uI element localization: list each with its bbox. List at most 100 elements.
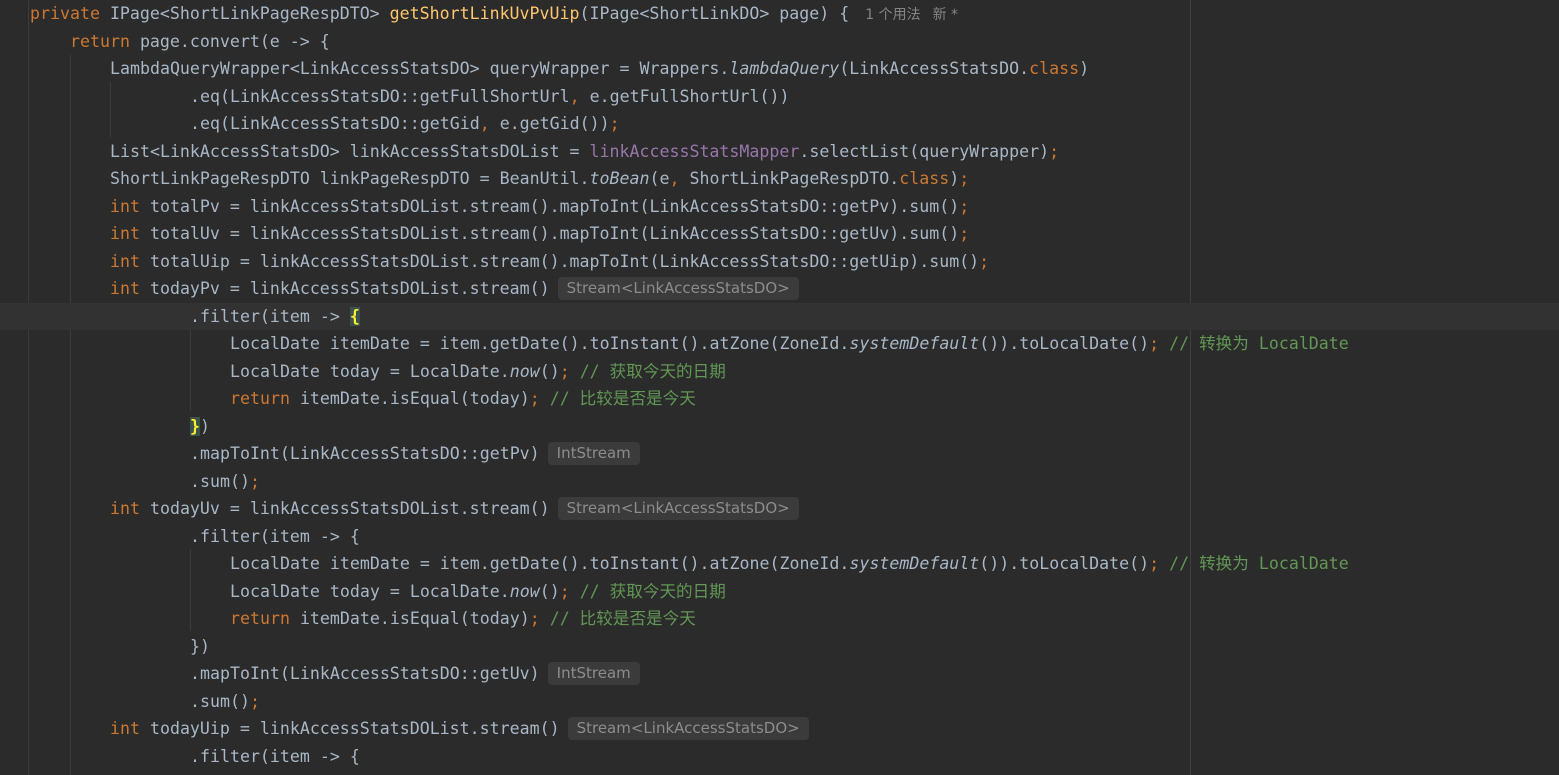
code-token: .filter(item -> { [190,526,360,546]
code-token: totalUip = linkAccessStatsDOList.stream(… [149,251,980,271]
code-text: .filter(item -> { [190,303,360,330]
code-token: .selectList(queryWrapper) [799,141,1050,161]
code-token: (IPage<ShortLinkDO> page) { [579,4,850,23]
code-line[interactable]: LocalDate today = LocalDate.now(); // 获取… [0,578,1559,605]
code-text: LocalDate itemDate = item.getDate().toIn… [230,330,1349,357]
usage-hint[interactable]: 1 个用法 [865,7,920,23]
code-text: int totalUip = linkAccessStatsDOList.str… [110,248,989,275]
code-text: ShortLinkPageRespDTO linkPageRespDTO = B… [110,165,969,192]
code-token: ; [559,581,580,601]
code-token: lambdaQuery [729,59,840,78]
code-editor[interactable]: private IPage<ShortLinkPageRespDTO> getS… [0,0,1559,775]
code-line[interactable]: int totalUip = linkAccessStatsDOList.str… [0,248,1559,275]
code-line[interactable]: ShortLinkPageRespDTO linkPageRespDTO = B… [0,165,1559,192]
code-token: itemDate.isEqual(today) [299,389,530,408]
code-token: int [110,279,150,298]
code-token: ; [1149,334,1170,353]
code-line[interactable]: int todayUv = linkAccessStatsDOList.stre… [0,495,1559,522]
code-token: () [539,361,560,381]
code-line[interactable]: LocalDate itemDate = item.getDate().toIn… [0,550,1559,577]
code-token: // 比较是否是今天 [549,609,696,628]
code-token: .mapToInt(LinkAccessStatsDO::getPv) [190,444,540,463]
code-token: { [349,306,360,326]
code-token: getShortLinkUvPvUip [389,4,580,23]
code-token: .sum() [190,471,250,491]
code-text: .sum(); [190,688,260,715]
code-text: .sum(); [190,468,260,495]
code-token: ; [249,471,260,491]
code-token: linkAccessStatsMapper [589,141,800,161]
code-token: ; [249,691,260,711]
inlay-type-hint[interactable]: Stream<LinkAccessStatsDO> [557,497,799,520]
usage-hints: 1 个用法新 * [865,7,958,23]
code-line[interactable]: }) [0,633,1559,660]
code-token: now [509,581,540,601]
code-line[interactable]: LambdaQueryWrapper<LinkAccessStatsDO> qu… [0,55,1559,82]
code-token: List<LinkAccessStatsDO> linkAccessStatsD… [110,141,590,161]
code-token: ; [559,361,580,381]
code-token: totalPv = linkAccessStatsDOList.stream()… [149,196,960,216]
code-line[interactable]: .sum(); [0,688,1559,715]
code-line[interactable]: .filter(item -> { [0,743,1559,770]
code-token: ShortLinkPageRespDTO. [689,169,900,188]
code-token: ) [949,169,960,188]
code-token: itemDate.isEqual(today) [299,609,530,628]
code-token: class [1029,59,1080,78]
code-text: return itemDate.isEqual(today); // 比较是否是… [230,385,696,412]
code-token: ()).toLocalDate() [979,554,1150,573]
code-token: int [110,196,150,216]
code-text: LocalDate itemDate = item.getDate().toIn… [230,550,1349,577]
code-line[interactable]: LocalDate itemDate = item.getDate().toIn… [0,330,1559,357]
inlay-type-hint[interactable]: Stream<LinkAccessStatsDO> [567,717,809,740]
code-line[interactable]: int totalUv = linkAccessStatsDOList.stre… [0,220,1559,247]
code-token: ; [959,224,970,243]
code-text: }) [190,413,210,440]
inlay-type-hint[interactable]: Stream<LinkAccessStatsDO> [557,277,799,300]
code-token: return [70,31,140,51]
code-text: .mapToInt(LinkAccessStatsDO::getPv) IntSt… [190,440,640,467]
code-token: () [539,581,560,601]
code-line[interactable]: return page.convert(e -> { [0,28,1559,55]
code-line[interactable]: LocalDate today = LocalDate.now(); // 获取… [0,358,1559,385]
code-token: ShortLinkPageRespDTO linkPageRespDTO = B… [110,169,590,188]
code-line[interactable]: .eq(LinkAccessStatsDO::getFullShortUrl, … [0,83,1559,110]
code-line[interactable]: int totalPv = linkAccessStatsDOList.stre… [0,193,1559,220]
inlay-type-hint[interactable]: IntStream [547,662,640,685]
code-line[interactable]: return itemDate.isEqual(today); // 比较是否是… [0,605,1559,632]
code-token: ; [609,114,620,133]
code-line[interactable]: .filter(item -> { [0,302,1559,330]
code-token: // 转换为 LocalDate [1169,554,1349,573]
code-line[interactable]: .sum(); [0,468,1559,495]
code-line[interactable]: .mapToInt(LinkAccessStatsDO::getPv) IntSt… [0,440,1559,467]
code-line[interactable]: .mapToInt(LinkAccessStatsDO::getUv) IntSt… [0,660,1559,687]
code-line[interactable]: int todayPv = linkAccessStatsDOList.stre… [0,275,1559,302]
code-token: now [509,361,540,381]
code-line[interactable]: }) [0,413,1559,440]
code-line[interactable]: List<LinkAccessStatsDO> linkAccessStatsD… [0,138,1559,165]
code-text: .eq(LinkAccessStatsDO::getGid, e.getGid(… [190,110,620,137]
code-token: LocalDate today = LocalDate. [230,361,510,381]
code-token: e.getGid()) [499,114,610,133]
code-text: private IPage<ShortLinkPageRespDTO> getS… [30,0,958,29]
usage-hint[interactable]: 新 * [933,7,958,23]
code-token: LocalDate itemDate = item.getDate().toIn… [230,554,850,573]
code-token: systemDefault [849,334,980,353]
code-text: int totalUv = linkAccessStatsDOList.stre… [110,220,969,247]
code-line[interactable]: private IPage<ShortLinkPageRespDTO> getS… [0,0,1559,27]
code-text: .filter(item -> { [190,743,360,770]
code-token: ; [529,389,550,408]
code-token: e.getFullShortUrl()) [589,86,790,106]
code-token: .mapToInt(LinkAccessStatsDO::getUv) [190,664,540,683]
code-line[interactable]: .eq(LinkAccessStatsDO::getGid, e.getGid(… [0,110,1559,137]
code-token: int [110,499,150,518]
code-token: todayUv = linkAccessStatsDOList.stream() [149,499,550,518]
code-text: int todayPv = linkAccessStatsDOList.stre… [110,275,799,302]
code-token: int [110,251,150,271]
code-token: LambdaQueryWrapper<LinkAccessStatsDO> qu… [110,59,730,78]
code-text: }) [190,633,210,660]
code-line[interactable]: int todayUip = linkAccessStatsDOList.str… [0,715,1559,742]
code-line[interactable]: .filter(item -> { [0,523,1559,550]
code-line[interactable]: return itemDate.isEqual(today); // 比较是否是… [0,385,1559,412]
inlay-type-hint[interactable]: IntStream [547,442,640,465]
code-token: } [190,416,200,436]
